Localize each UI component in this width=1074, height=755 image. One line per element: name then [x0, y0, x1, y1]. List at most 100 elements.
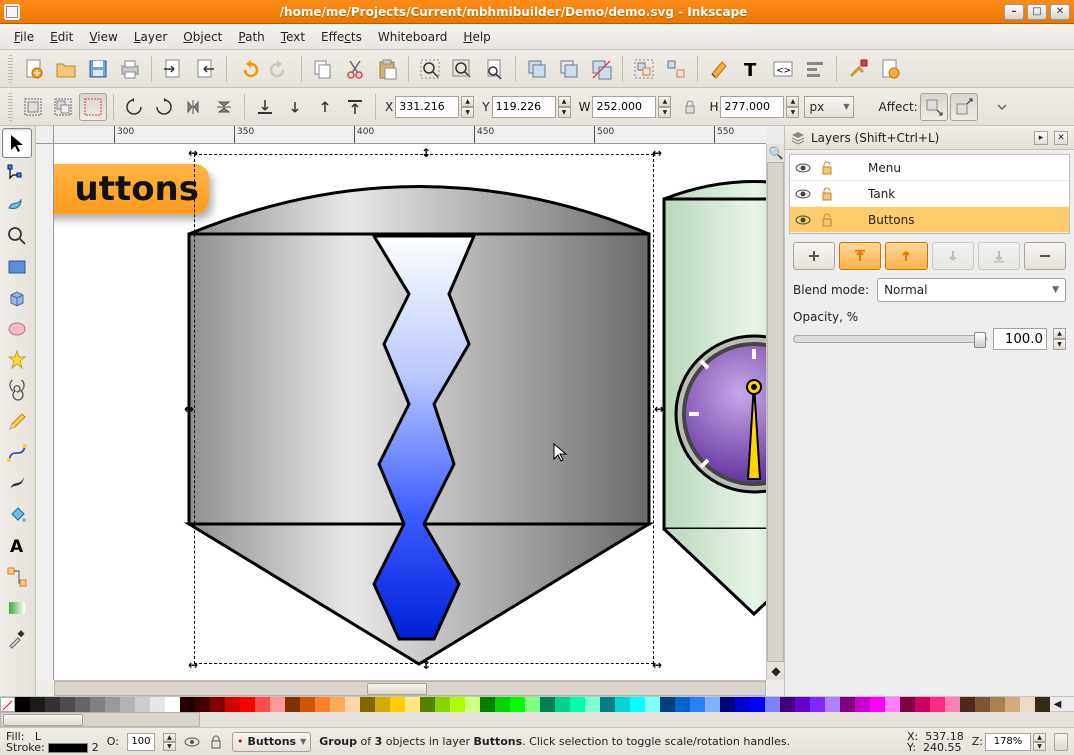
color-swatch[interactable] — [465, 697, 480, 712]
color-swatch[interactable] — [1020, 697, 1035, 712]
menu-layer[interactable]: Layer — [126, 27, 175, 47]
color-swatch[interactable] — [75, 697, 90, 712]
color-swatch[interactable] — [705, 697, 720, 712]
undo-button[interactable] — [233, 54, 263, 84]
layer-row[interactable]: Buttons — [790, 207, 1069, 233]
select-all-button[interactable] — [19, 93, 47, 121]
color-swatch[interactable] — [195, 697, 210, 712]
select-all-layers-button[interactable] — [49, 93, 77, 121]
color-swatch[interactable] — [270, 697, 285, 712]
eye-icon[interactable] — [794, 159, 812, 177]
open-doc-button[interactable] — [51, 54, 81, 84]
cut-button[interactable] — [340, 54, 370, 84]
palette-menu-button[interactable]: ◀ — [1050, 697, 1065, 712]
selection-handle-nw[interactable]: ↔ — [186, 146, 200, 160]
selection-handle-w[interactable]: ↔ — [182, 402, 196, 416]
color-swatch[interactable] — [765, 697, 780, 712]
color-swatch[interactable] — [510, 697, 525, 712]
color-swatch[interactable] — [30, 697, 45, 712]
color-swatch[interactable] — [60, 697, 75, 712]
color-swatch[interactable] — [645, 697, 660, 712]
zoom-tool[interactable] — [2, 221, 32, 251]
color-swatch[interactable] — [300, 697, 315, 712]
y-spinner[interactable]: ▲▼ — [558, 96, 571, 118]
deselect-button[interactable] — [79, 93, 107, 121]
menu-path[interactable]: Path — [230, 27, 272, 47]
rotate-ccw-button[interactable] — [120, 93, 148, 121]
zoom-out-icon[interactable]: ◆ — [767, 662, 784, 680]
color-swatch[interactable] — [720, 697, 735, 712]
lower-button[interactable] — [281, 93, 309, 121]
unlink-clone-button[interactable] — [586, 54, 616, 84]
vertical-scrollbar[interactable]: 🔍 ◆ — [766, 144, 784, 680]
panel-close-button[interactable]: ✕ — [1054, 131, 1068, 145]
rotate-cw-button[interactable] — [150, 93, 178, 121]
export-button[interactable] — [190, 54, 220, 84]
paste-button[interactable] — [372, 54, 402, 84]
text-dialog-button[interactable]: T — [736, 54, 766, 84]
print-button[interactable] — [115, 54, 145, 84]
raise-button[interactable] — [311, 93, 339, 121]
color-swatch[interactable] — [960, 697, 975, 712]
color-swatch[interactable] — [420, 697, 435, 712]
eye-icon[interactable] — [794, 211, 812, 229]
color-swatch[interactable] — [825, 697, 840, 712]
color-swatch[interactable] — [105, 697, 120, 712]
fill-stroke-indicator[interactable]: Fill: L Stroke: 2 — [6, 731, 99, 753]
color-swatch[interactable] — [450, 697, 465, 712]
object-opacity-input[interactable] — [127, 733, 155, 751]
menu-edit[interactable]: Edit — [42, 27, 81, 47]
panel-menu-button[interactable]: ▸ — [1034, 131, 1048, 145]
color-swatch[interactable] — [480, 697, 495, 712]
opacity-input[interactable] — [993, 328, 1047, 350]
color-swatch[interactable] — [975, 697, 990, 712]
color-swatch[interactable] — [405, 697, 420, 712]
new-doc-button[interactable] — [19, 54, 49, 84]
unit-select[interactable]: px▼ — [804, 96, 854, 118]
color-swatch[interactable] — [780, 697, 795, 712]
layer-lower-button[interactable] — [932, 242, 974, 270]
zoom-selection-button[interactable] — [415, 54, 445, 84]
toolbar-overflow-button[interactable] — [988, 93, 1016, 121]
swatch-none[interactable] — [0, 697, 15, 712]
bezier-tool[interactable] — [2, 438, 32, 468]
copy-button[interactable] — [308, 54, 338, 84]
color-swatch[interactable] — [225, 697, 240, 712]
flip-v-button[interactable] — [210, 93, 238, 121]
selection-handle-sw[interactable]: ↔ — [186, 658, 200, 672]
color-swatch[interactable] — [210, 697, 225, 712]
color-swatch[interactable] — [375, 697, 390, 712]
save-doc-button[interactable] — [83, 54, 113, 84]
layer-new-button[interactable] — [793, 242, 835, 270]
duplicate-button[interactable] — [522, 54, 552, 84]
color-swatch[interactable] — [360, 697, 375, 712]
color-swatch[interactable] — [570, 697, 585, 712]
horizontal-ruler[interactable]: 300 350 400 450 500 550 — [54, 126, 766, 144]
color-swatch[interactable] — [735, 697, 750, 712]
lock-icon[interactable] — [818, 211, 836, 229]
color-swatch[interactable] — [690, 697, 705, 712]
import-button[interactable] — [158, 54, 188, 84]
object-opacity-spinner[interactable]: ▲▼ — [163, 733, 176, 751]
eye-icon[interactable] — [794, 185, 812, 203]
color-swatch[interactable] — [840, 697, 855, 712]
color-swatch[interactable] — [915, 697, 930, 712]
selection-handle-e[interactable]: ↔ — [652, 402, 666, 416]
color-swatch[interactable] — [1005, 697, 1020, 712]
color-swatch[interactable] — [615, 697, 630, 712]
minimize-button[interactable]: – — [1004, 4, 1024, 20]
lock-icon[interactable] — [818, 185, 836, 203]
layer-raise-button[interactable] — [885, 242, 927, 270]
3dbox-tool[interactable] — [2, 283, 32, 313]
star-tool[interactable] — [2, 345, 32, 375]
h-input[interactable] — [720, 96, 784, 118]
pencil-tool[interactable] — [2, 407, 32, 437]
xml-editor-button[interactable]: <> — [768, 54, 798, 84]
color-swatch[interactable] — [900, 697, 915, 712]
vertical-ruler[interactable] — [36, 144, 54, 680]
group-button[interactable] — [629, 54, 659, 84]
color-swatch[interactable] — [150, 697, 165, 712]
zoom-input[interactable] — [985, 733, 1031, 751]
selection-handle-s[interactable]: ↕ — [419, 658, 433, 672]
opacity-spinner[interactable]: ▲▼ — [1053, 328, 1066, 350]
